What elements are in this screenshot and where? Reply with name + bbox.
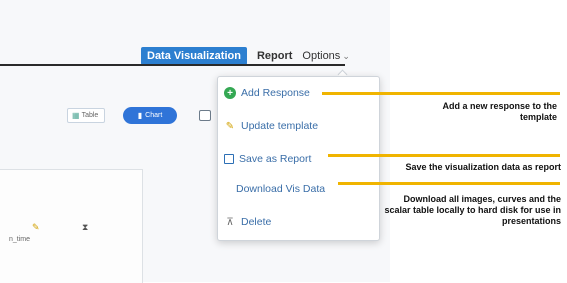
menu-options-label: Options xyxy=(302,50,341,62)
menu-underline xyxy=(0,64,345,66)
chevron-down-icon: ⌄ xyxy=(342,51,350,61)
callout-line-download xyxy=(338,182,560,185)
table-toggle-label: Table xyxy=(81,112,99,119)
menu-item-label: Add Response xyxy=(241,87,310,99)
menu-options[interactable]: Options ⌄ xyxy=(302,50,349,62)
panel-column-label: n_time xyxy=(9,236,31,243)
pencil-icon[interactable]: ✎ xyxy=(32,222,40,233)
menu-item-label: Delete xyxy=(241,216,272,228)
menu-item-save-as-report[interactable]: Save as Report xyxy=(224,153,311,165)
options-dropdown: + Add Response ✎ Update template Save as… xyxy=(217,76,380,241)
callout-line-save-report xyxy=(328,154,560,157)
menu-item-delete[interactable]: ⊼ Delete xyxy=(224,216,271,228)
annotation-download: Download all images, curves and the scal… xyxy=(384,194,561,226)
annotation-save-report: Save the visualization data as report xyxy=(405,162,561,172)
annotation-add-response: Add a new response to the template xyxy=(442,101,557,122)
partial-control-button[interactable] xyxy=(199,110,211,121)
menu-item-download-vis-data[interactable]: Download Vis Data xyxy=(236,183,325,195)
tab-data-visualization[interactable]: Data Visualization xyxy=(141,47,247,65)
chart-toggle-label: Chart xyxy=(145,112,163,119)
left-panel: ✎ ⧗ n_time xyxy=(0,169,143,283)
table-toggle-button[interactable]: ▦ Table xyxy=(67,108,105,123)
callout-line-add-response xyxy=(322,92,560,95)
pencil-icon: ✎ xyxy=(225,120,235,132)
menu-item-label: Save as Report xyxy=(239,153,312,165)
menu-item-update-template[interactable]: ✎ Update template xyxy=(224,120,318,132)
menu-item-label: Update template xyxy=(241,120,319,132)
chart-icon: ▮ xyxy=(137,111,143,120)
table-icon: ▦ xyxy=(72,111,80,120)
delete-icon: ⊼ xyxy=(226,216,234,228)
menu-item-add-response[interactable]: + Add Response xyxy=(224,87,310,99)
filter-icon[interactable]: ⧗ xyxy=(82,222,88,233)
plus-circle-icon: + xyxy=(224,87,236,99)
chart-toggle-button[interactable]: ▮ Chart xyxy=(123,107,177,124)
menu-report[interactable]: Report xyxy=(257,50,292,62)
save-icon xyxy=(224,154,234,164)
menu-item-label: Download Vis Data xyxy=(236,183,326,195)
top-menu-bar: Data Visualization Report Options ⌄ xyxy=(141,47,360,65)
